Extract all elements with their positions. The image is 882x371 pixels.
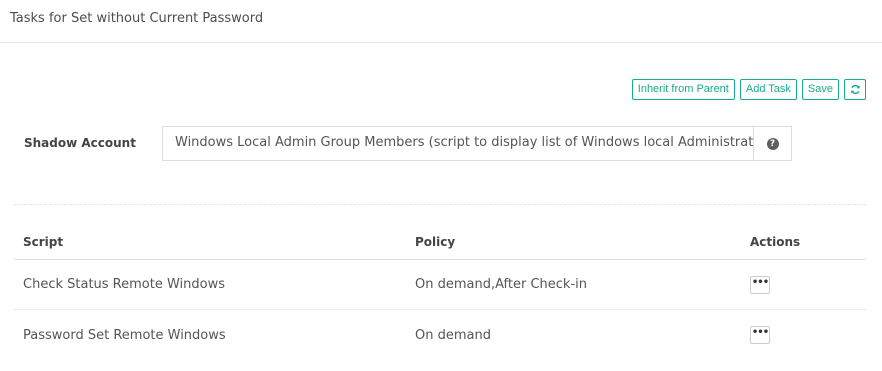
shadow-account-help-button[interactable]: ?: [753, 126, 792, 161]
table-header-row: Script Policy Actions: [14, 224, 866, 260]
add-task-button[interactable]: Add Task: [739, 79, 797, 100]
script-cell: Check Status Remote Windows: [23, 277, 226, 292]
column-header-policy: Policy: [415, 235, 456, 249]
toolbar: Inherit from Parent Add Task Save: [631, 79, 866, 100]
refresh-icon: [850, 84, 861, 95]
column-header-actions: Actions: [750, 235, 801, 249]
section-divider: [14, 204, 866, 205]
inherit-from-parent-button[interactable]: Inherit from Parent: [631, 79, 735, 100]
row-actions-button[interactable]: •••: [750, 275, 770, 294]
table-row: Password Set Remote Windows On demand ••…: [14, 310, 866, 360]
panel-title: Tasks for Set without Current Password: [10, 11, 264, 26]
more-icon: •••: [751, 276, 769, 288]
script-cell: Password Set Remote Windows: [23, 327, 226, 343]
question-circle-icon: ?: [766, 137, 779, 150]
more-icon: •••: [751, 327, 769, 338]
row-actions-button[interactable]: •••: [750, 326, 770, 344]
save-button[interactable]: Save: [801, 79, 839, 100]
actions-cell: •••: [750, 310, 770, 360]
policy-cell: On demand: [415, 327, 491, 343]
column-header-script: Script: [23, 235, 64, 249]
refresh-button[interactable]: [844, 79, 866, 100]
panel-header: Tasks for Set without Current Password: [0, 0, 882, 43]
tasks-table: Script Policy Actions Check Status Remot…: [14, 224, 866, 360]
shadow-account-field[interactable]: Windows Local Admin Group Members (scrip…: [162, 126, 754, 161]
policy-cell: On demand,After Check-in: [415, 277, 587, 292]
actions-cell: •••: [750, 260, 770, 309]
table-row: Check Status Remote Windows On demand,Af…: [14, 260, 866, 310]
shadow-account-label: Shadow Account: [24, 136, 136, 150]
